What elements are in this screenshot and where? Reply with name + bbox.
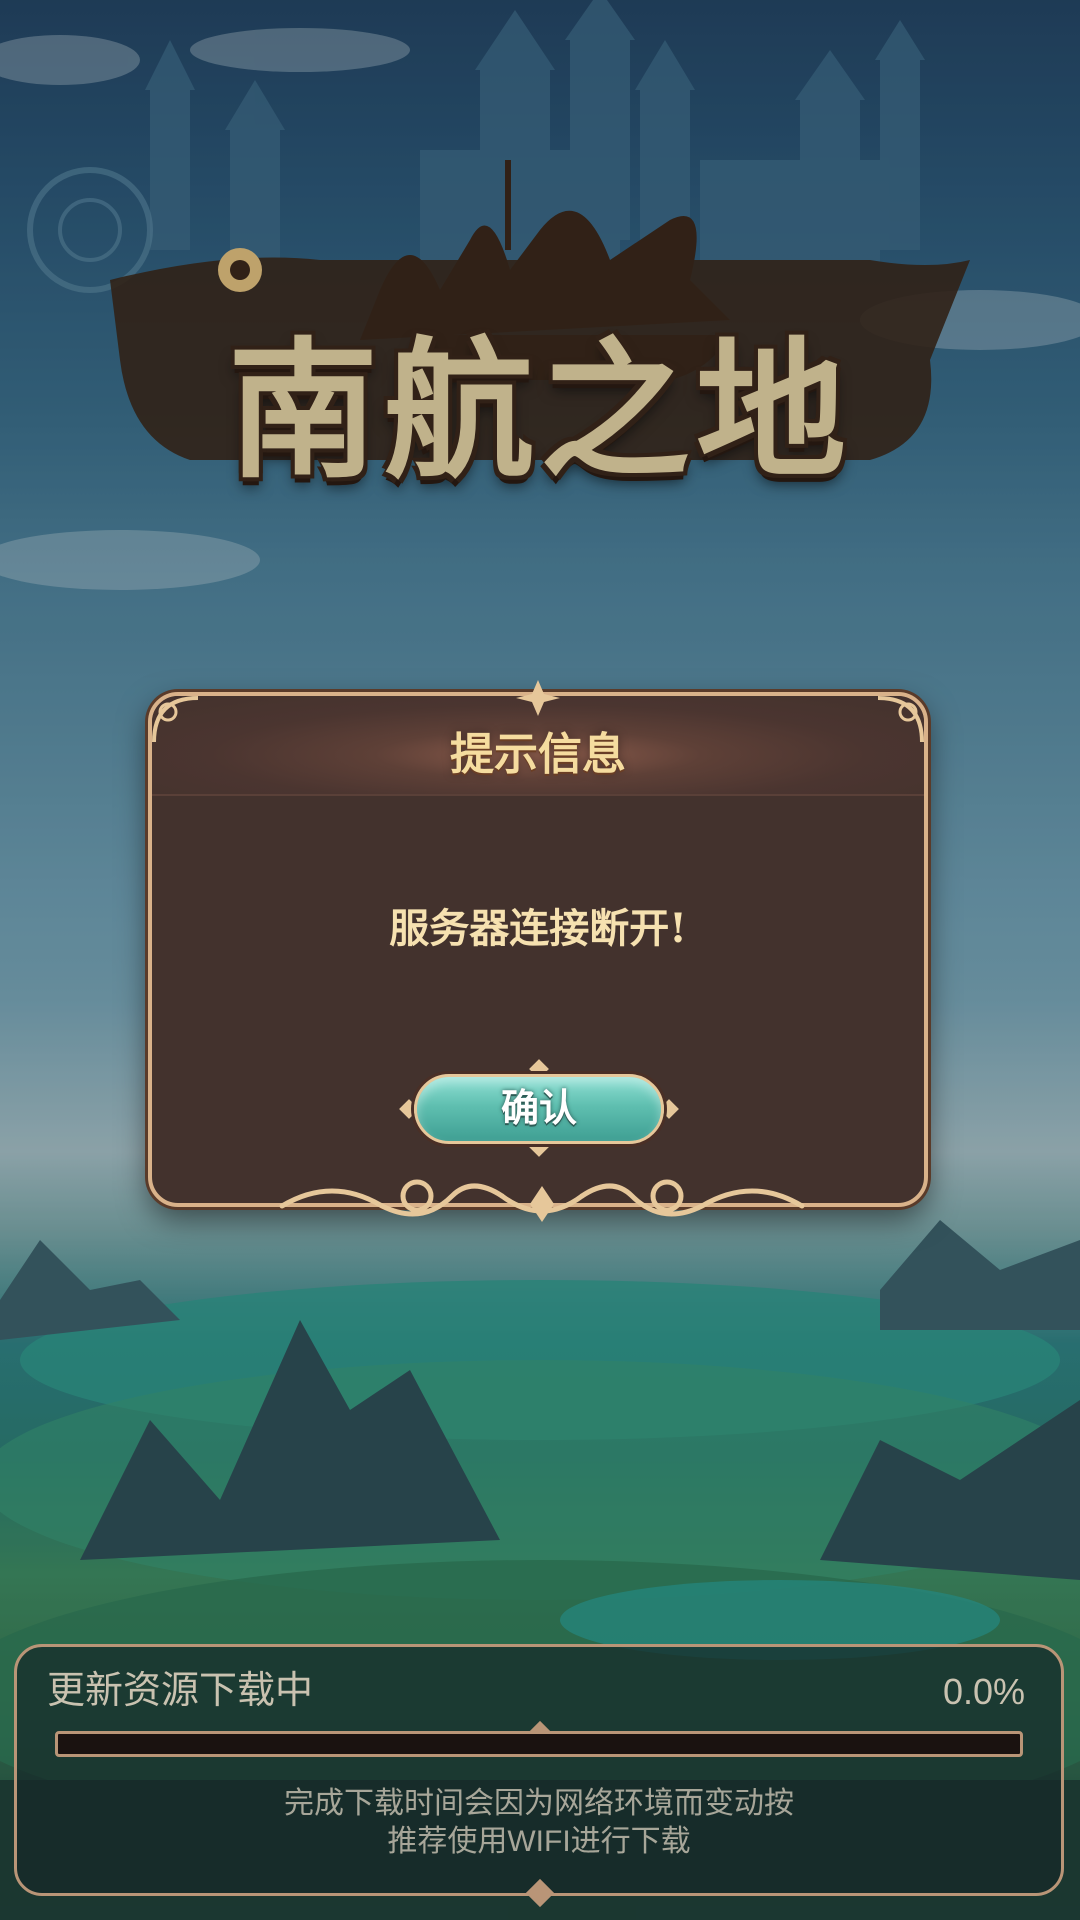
download-status-label: 更新资源下载中 xyxy=(47,1670,314,1712)
download-progress-panel: 更新资源下载中 0.0% 完成下载时间会因为网络环境而变动按 推荐使用WIFI进… xyxy=(14,1644,1064,1908)
game-loading-screen: 南航之地 提示信息 服务器连接断开! 确认 更新资源下载中 0.0% 完成下载时… xyxy=(0,0,1080,1920)
download-note: 完成下载时间会因为网络环境而变动按 推荐使用WIFI进行下载 xyxy=(17,1785,1061,1861)
download-progress-bar xyxy=(55,1731,1023,1757)
download-note-line2: 推荐使用WIFI进行下载 xyxy=(387,1825,691,1858)
download-note-line1: 完成下载时间会因为网络环境而变动按 xyxy=(284,1787,794,1820)
scroll-ornament-icon xyxy=(279,1179,805,1222)
dialog-message: 服务器连接断开! xyxy=(389,905,687,952)
confirm-button[interactable]: 确认 xyxy=(414,1074,664,1144)
download-percent: 0.0% xyxy=(942,1671,1025,1712)
alert-dialog: 提示信息 服务器连接断开! 确认 xyxy=(148,680,928,1222)
crest-ornament-icon xyxy=(516,680,560,716)
dialog-title: 提示信息 xyxy=(450,729,626,780)
